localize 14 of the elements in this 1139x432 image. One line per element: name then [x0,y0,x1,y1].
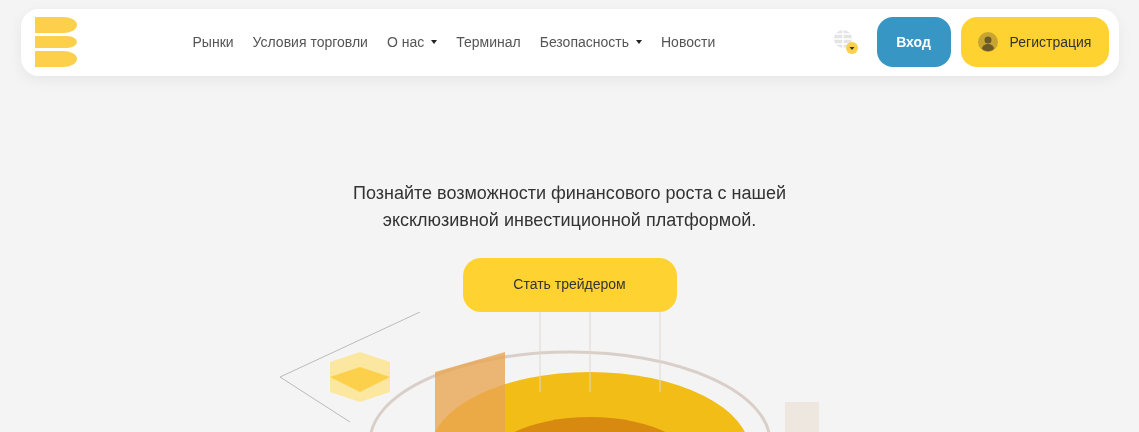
caret-icon [636,40,642,45]
nav-link[interactable]: О нас [386,31,438,53]
become-trader-button[interactable]: Стать трейдером [462,257,677,312]
nav-link[interactable]: Терминал [456,31,521,53]
nav-link[interactable]: Рынки [192,31,234,53]
user-avatar-icon [977,32,998,53]
nav-link[interactable]: Условия торговли [252,31,368,53]
logo-icon[interactable] [34,17,77,68]
nav-link[interactable]: Новости [661,31,716,53]
hero-headline: Познайте возможности финансового роста с нашей эксклюзивной инвестиционной платформой. [352,181,787,232]
nav-link[interactable]: Безопасность [539,31,642,53]
globe-icon[interactable] [832,29,859,56]
caret-icon [431,40,438,45]
register-button[interactable]: Регистрация [960,17,1109,68]
